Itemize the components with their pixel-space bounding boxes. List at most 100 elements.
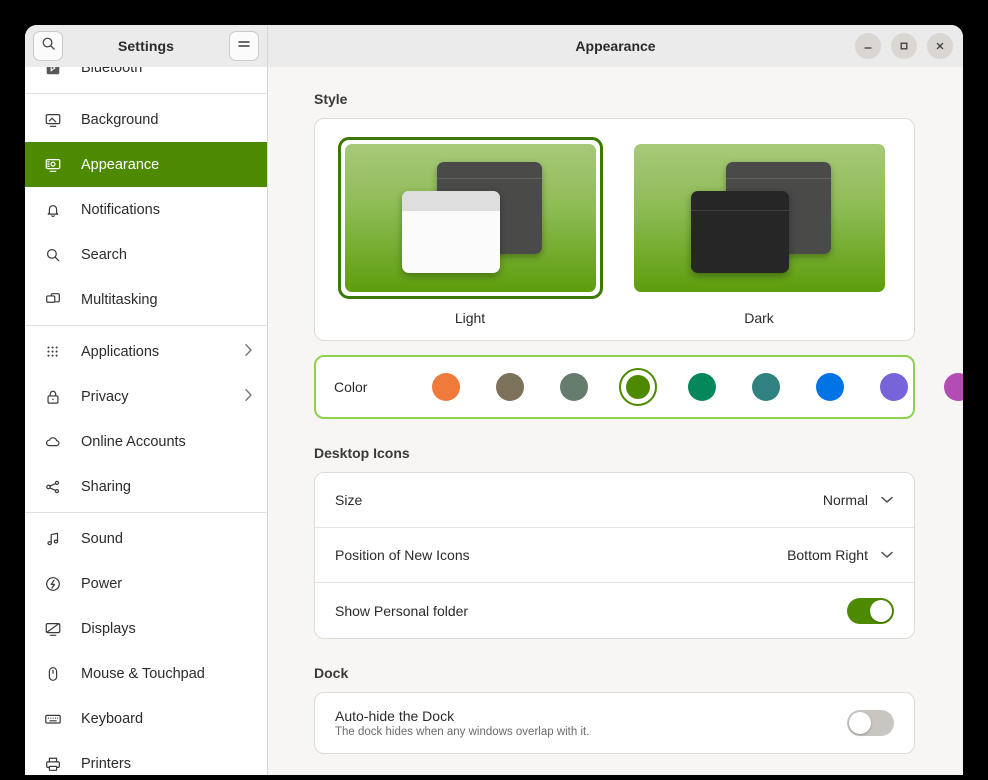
minimize-icon [862, 40, 874, 52]
sidebar-item-search[interactable]: Search [25, 232, 267, 277]
share-icon [43, 477, 63, 497]
sidebar-item-label: Displays [81, 621, 253, 637]
sidebar-item-label: Printers [81, 756, 253, 772]
sidebar-item-displays[interactable]: Displays [25, 606, 267, 651]
display-icon [43, 619, 63, 639]
sidebar-item-privacy[interactable]: Privacy [25, 374, 267, 419]
sidebar-item-appearance[interactable]: Appearance [25, 142, 267, 187]
bell-icon [43, 200, 63, 220]
theme-preview-dark [634, 144, 885, 292]
grid-apps-icon [43, 342, 63, 362]
minimize-button[interactable] [855, 33, 881, 59]
chevron-down-icon [880, 546, 894, 564]
row-size-control[interactable]: Normal [823, 491, 894, 509]
sidebar-item-applications[interactable]: Applications [25, 329, 267, 374]
row-auto-hide-dock[interactable]: Auto-hide the Dock The dock hides when a… [315, 693, 914, 753]
sidebar-item-background[interactable]: Background [25, 97, 267, 142]
sidebar-item-sound[interactable]: Sound [25, 516, 267, 561]
row-show-personal-folder[interactable]: Show Personal folder [315, 583, 914, 638]
background-icon [43, 110, 63, 130]
theme-option-dark[interactable]: Dark [627, 137, 892, 326]
close-button[interactable] [927, 33, 953, 59]
search-button[interactable] [33, 31, 63, 61]
accent-color-swatches[interactable] [427, 368, 963, 406]
row-personal-folder-label: Show Personal folder [335, 603, 468, 619]
swatch-dot [496, 373, 524, 401]
chevron-right-icon [244, 343, 253, 361]
sidebar-item-label: Mouse & Touchpad [81, 666, 253, 682]
maximize-icon [898, 40, 910, 52]
settings-window: Settings Appearance [25, 25, 963, 775]
sidebar-item-bluetooth[interactable]: Bluetooth [25, 67, 267, 90]
swatch-dot [560, 373, 588, 401]
sidebar-item-label: Background [81, 112, 253, 128]
power-icon [43, 574, 63, 594]
sidebar-item-multitasking[interactable]: Multitasking [25, 277, 267, 322]
accent-swatch-magenta[interactable] [939, 368, 963, 406]
row-position-new-icons[interactable]: Position of New Icons Bottom Right [315, 528, 914, 583]
row-auto-hide-control [847, 710, 894, 736]
swatch-dot [816, 373, 844, 401]
sidebar-item-sharing[interactable]: Sharing [25, 464, 267, 509]
sidebar-header: Settings [25, 25, 268, 67]
chevron-down-icon [880, 491, 894, 509]
sidebar-item-keyboard[interactable]: Keyboard [25, 696, 267, 741]
dock-card: Auto-hide the Dock The dock hides when a… [314, 692, 915, 754]
mouse-icon [43, 664, 63, 684]
swatch-dot [880, 373, 908, 401]
accent-swatch-purple[interactable] [875, 368, 913, 406]
printer-icon [43, 754, 63, 774]
maximize-button[interactable] [891, 33, 917, 59]
row-size[interactable]: Size Normal [315, 473, 914, 528]
row-auto-hide-label: Auto-hide the Dock [335, 708, 589, 724]
window-titlebar: Appearance [268, 25, 963, 67]
swatch-dot [944, 373, 963, 401]
accent-swatch-prussian[interactable] [747, 368, 785, 406]
sidebar-item-label: Bluetooth [81, 67, 253, 76]
sidebar-item-label: Sharing [81, 479, 253, 495]
multitasking-icon [43, 290, 63, 310]
lock-icon [43, 387, 63, 407]
sidebar-item-online-accounts[interactable]: Online Accounts [25, 419, 267, 464]
window-header: Settings Appearance [25, 25, 963, 67]
accent-swatch-blue[interactable] [811, 368, 849, 406]
sidebar-item-printers[interactable]: Printers [25, 741, 267, 775]
swatch-dot [626, 375, 650, 399]
sidebar-item-mouse-touchpad[interactable]: Mouse & Touchpad [25, 651, 267, 696]
row-position-control[interactable]: Bottom Right [787, 546, 894, 564]
show-personal-folder-toggle[interactable] [847, 598, 894, 624]
sidebar-item-notifications[interactable]: Notifications [25, 187, 267, 232]
accent-swatch-orange[interactable] [427, 368, 465, 406]
swatch-dot [688, 373, 716, 401]
sidebar-item-label: Keyboard [81, 711, 253, 727]
accent-color-row: Color [314, 355, 915, 419]
music-note-icon [43, 529, 63, 549]
accent-swatch-olive[interactable] [619, 368, 657, 406]
preview-window-front-light [402, 191, 500, 273]
theme-option-light[interactable]: Light [338, 137, 603, 326]
sidebar-item-label: Sound [81, 531, 253, 547]
theme-thumb-wrap-light [338, 137, 603, 299]
accent-color-label: Color [334, 379, 367, 395]
accent-swatch-sage[interactable] [555, 368, 593, 406]
auto-hide-dock-toggle[interactable] [847, 710, 894, 736]
sidebar-group-separator [25, 93, 267, 94]
keyboard-icon [43, 709, 63, 729]
dock-section-title: Dock [314, 665, 915, 681]
sidebar-group-separator [25, 325, 267, 326]
main-menu-button[interactable] [229, 31, 259, 61]
style-card: Light Dark [314, 118, 915, 341]
swatch-dot [752, 373, 780, 401]
theme-options: Light Dark [335, 137, 894, 326]
appearance-icon [43, 155, 63, 175]
hamburger-menu-icon [236, 37, 252, 55]
accent-swatch-viridian[interactable] [683, 368, 721, 406]
chevron-right-icon [244, 388, 253, 406]
sidebar-item-power[interactable]: Power [25, 561, 267, 606]
sidebar[interactable]: Bluetooth Background AppearanceNotificatio… [25, 67, 268, 775]
toggle-knob [870, 600, 892, 622]
accent-swatch-bark[interactable] [491, 368, 529, 406]
sidebar-item-label: Power [81, 576, 253, 592]
row-size-label: Size [335, 492, 362, 508]
search-icon [41, 36, 56, 56]
